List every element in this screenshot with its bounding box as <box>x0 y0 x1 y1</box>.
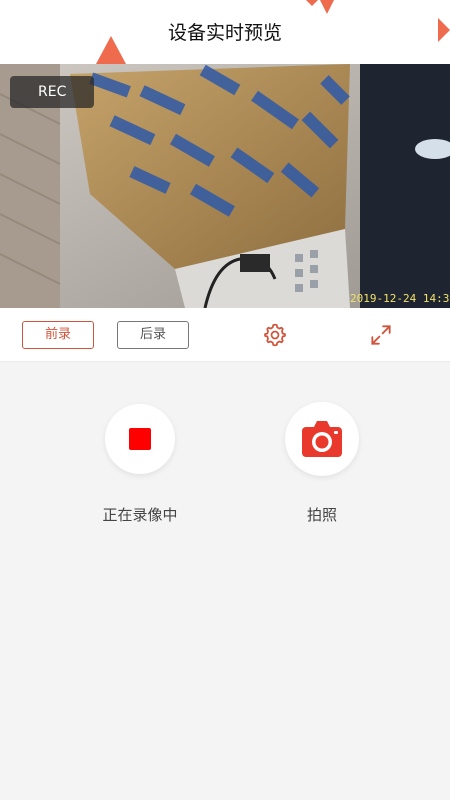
rec-indicator: REC <box>10 76 94 108</box>
page-title: 设备实时预览 <box>167 22 282 44</box>
camera-icon <box>302 421 342 457</box>
record-status-label: 正在录像中 <box>102 506 178 524</box>
decor-triangle <box>306 0 318 6</box>
decor-triangle <box>438 18 450 42</box>
take-photo-button[interactable] <box>285 402 359 476</box>
record-toggle-button[interactable] <box>105 404 175 474</box>
expand-icon[interactable] <box>368 322 394 348</box>
decor-triangle <box>96 36 126 64</box>
stop-square-icon <box>129 428 151 450</box>
tab-rear-camera[interactable]: 后录 <box>117 321 189 349</box>
take-photo-label: 拍照 <box>306 506 337 524</box>
video-timestamp: 2019-12-24 14:32: <box>350 292 450 305</box>
tab-front-camera[interactable]: 前录 <box>22 321 94 349</box>
header: 设备实时预览 <box>0 0 450 64</box>
live-video-preview[interactable]: REC 2019-12-24 14:32: <box>0 64 450 308</box>
decor-triangle <box>320 0 334 14</box>
gear-icon[interactable] <box>262 322 288 348</box>
camera-toolbar: 前录 后录 <box>0 308 450 362</box>
